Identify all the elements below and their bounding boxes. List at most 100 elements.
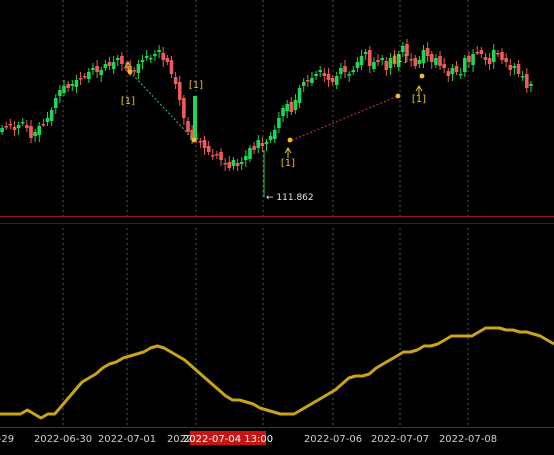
signal-marker[interactable]: [1] [189, 80, 203, 91]
candle-up[interactable] [256, 135, 261, 153]
candle-up[interactable] [74, 75, 79, 93]
candle-up[interactable] [231, 157, 236, 170]
candle-down[interactable] [409, 53, 413, 67]
candle-up[interactable] [248, 145, 252, 162]
candle-down[interactable] [504, 53, 508, 67]
candle-up[interactable] [347, 71, 351, 82]
candle-up[interactable] [314, 71, 318, 80]
candle-up[interactable] [355, 57, 360, 72]
candle-up[interactable] [318, 66, 323, 77]
candle-up[interactable] [20, 118, 25, 126]
candle-down[interactable] [260, 137, 265, 152]
candle-up[interactable] [87, 68, 91, 83]
candle-up[interactable] [33, 129, 37, 142]
candle-down[interactable] [289, 97, 294, 115]
candle-up[interactable] [334, 72, 339, 89]
candle-down[interactable] [227, 156, 232, 171]
candle-up[interactable] [111, 56, 116, 74]
candle-down[interactable] [306, 75, 310, 87]
candle-down[interactable] [4, 122, 8, 130]
candle-down[interactable] [475, 46, 480, 55]
candle-down[interactable] [367, 46, 372, 73]
candle-down[interactable] [66, 81, 70, 92]
signal-marker[interactable]: [1] [281, 147, 295, 169]
signal-marker[interactable]: [1] [121, 61, 135, 107]
candle-up[interactable] [512, 63, 517, 75]
candle-up[interactable] [491, 44, 496, 69]
candle-up[interactable] [37, 122, 42, 142]
candle-up[interactable] [463, 55, 467, 77]
candle-up[interactable] [293, 94, 298, 114]
candle-down[interactable] [413, 55, 418, 69]
candle-up[interactable] [91, 63, 95, 75]
pane-divider[interactable] [0, 216, 554, 217]
candle-down[interactable] [78, 72, 83, 85]
candle-up[interactable] [244, 150, 248, 167]
candle-down[interactable] [429, 51, 434, 69]
candle-down[interactable] [516, 60, 521, 77]
candle-down[interactable] [120, 52, 124, 71]
candle-down[interactable] [169, 56, 174, 78]
candle-down[interactable] [322, 68, 327, 82]
candle-up[interactable] [351, 66, 356, 75]
candle-up[interactable] [149, 55, 153, 63]
candle-down[interactable] [384, 57, 389, 76]
candle-up[interactable] [281, 105, 285, 122]
indicator-pane[interactable] [0, 228, 554, 426]
time-axis[interactable]: -292022-06-302022-07-012022-07-052022-07… [0, 428, 554, 455]
candle-up[interactable] [380, 55, 384, 65]
candle-down[interactable] [496, 50, 500, 57]
candle-up[interactable] [471, 49, 475, 72]
candle-down[interactable] [219, 148, 223, 166]
candle-down[interactable] [182, 95, 186, 125]
candle-down[interactable] [223, 158, 227, 171]
candle-up[interactable] [103, 60, 108, 71]
indicator-line[interactable] [0, 326, 554, 420]
candle-up[interactable] [421, 45, 426, 68]
candle-down[interactable] [107, 57, 112, 70]
candle-up[interactable] [529, 81, 533, 92]
candle-up[interactable] [45, 112, 50, 126]
candle-up[interactable] [239, 157, 244, 170]
chart-window[interactable]: [1] [1] [1] [1] [1] ← 111.862 -29 2022-06-30 20… [0, 0, 554, 455]
candle-down[interactable] [235, 159, 240, 171]
signal-marker[interactable]: [1] [412, 85, 426, 105]
candle-up[interactable] [450, 64, 455, 81]
candle-down[interactable] [525, 68, 529, 93]
candle-up[interactable] [115, 55, 120, 66]
candle-down[interactable] [186, 117, 190, 135]
candle-up[interactable] [157, 45, 161, 58]
candle-up[interactable] [277, 112, 281, 133]
price-candlestick-pane[interactable]: [1] [1] [1] [1] [1] ← 111.862 [0, 0, 554, 216]
candle-up[interactable] [144, 50, 149, 61]
candle-up[interactable] [136, 60, 141, 79]
candle-up[interactable] [359, 50, 364, 70]
candle-down[interactable] [173, 72, 178, 89]
candle-down[interactable] [215, 151, 219, 159]
candle-down[interactable] [29, 120, 33, 143]
candle-down[interactable] [95, 60, 99, 78]
candle-down[interactable] [479, 47, 484, 58]
candle-up[interactable] [62, 80, 66, 96]
candle-up[interactable] [363, 49, 368, 60]
candle-up[interactable] [388, 53, 393, 75]
candle-down[interactable] [425, 42, 430, 62]
candle-up[interactable] [297, 85, 302, 108]
candle-down[interactable] [330, 75, 335, 85]
candle-up[interactable] [16, 122, 21, 135]
candle-down[interactable] [161, 47, 166, 67]
candle-down[interactable] [165, 55, 170, 65]
candle-up[interactable] [0, 125, 4, 135]
candle-up[interactable] [372, 57, 376, 72]
candle-down[interactable] [252, 142, 256, 154]
candle-up[interactable] [272, 125, 277, 143]
candle-down[interactable] [508, 59, 513, 76]
candle-down[interactable] [132, 67, 137, 75]
candle-up[interactable] [153, 50, 157, 61]
candle-down[interactable] [198, 138, 203, 148]
candle-down[interactable] [446, 68, 451, 82]
candle-down[interactable] [483, 53, 488, 65]
signal-marker[interactable]: [1] [393, 54, 407, 65]
candle-down[interactable] [25, 120, 29, 132]
candle-up[interactable] [264, 139, 269, 151]
